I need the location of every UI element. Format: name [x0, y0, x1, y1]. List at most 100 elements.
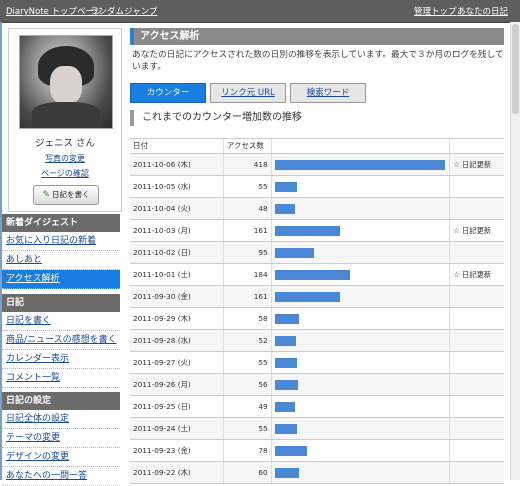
tick-label-date: 2011-09-25 (日): [130, 396, 224, 417]
tick-label-date: 2011-09-30 (金): [130, 286, 224, 307]
bar-cell: [272, 308, 451, 329]
bar-cell: [272, 396, 451, 417]
pencil-icon: ✎: [42, 190, 51, 200]
col-count-header: アクセス数: [224, 139, 272, 153]
random-jump-link[interactable]: ランダムジャンプ: [90, 5, 157, 17]
table-header: 日付 アクセス数: [130, 139, 504, 154]
nav-item-design[interactable]: デザインの変更: [2, 448, 120, 467]
table-row: 2011-09-28 (水) 52: [130, 330, 504, 352]
bar-cell: [272, 154, 451, 175]
tick-label-date: 2011-10-06 (木): [130, 154, 224, 175]
bar: [274, 402, 295, 412]
section-title: これまでのカウンター増加数の推移: [130, 110, 302, 126]
bar-cell: [272, 286, 451, 307]
nav-news-header: 新着ダイジェスト: [2, 214, 120, 232]
bar: [274, 248, 314, 258]
tick-label-date: 2011-09-28 (水): [130, 330, 224, 351]
page-title: アクセス解析: [130, 28, 504, 45]
data-label-count: 58: [224, 308, 272, 329]
data-label-count: 418: [224, 154, 272, 175]
table-row: 2011-10-04 (火) 48: [130, 198, 504, 220]
table-row: 2011-10-02 (日) 95: [130, 242, 504, 264]
avatar-body: [32, 102, 100, 128]
tick-label-date: 2011-10-05 (水): [130, 176, 224, 197]
tab-referrer-url[interactable]: リンク元 URL: [210, 83, 286, 103]
top-bar: DiaryNote トップページ ランダムジャンプ 管理トップ あなたの日記: [0, 0, 520, 23]
table-row: 2011-10-01 (土) 184 ☆ 日記更新: [130, 264, 504, 286]
diary-updated-note: ☆ 日記更新: [453, 270, 492, 279]
col-note-header: [450, 139, 504, 153]
diary-updated-note: [450, 198, 504, 219]
diary-updated-note: ☆ 日記更新: [453, 160, 492, 169]
tab-counter[interactable]: カウンター: [130, 83, 206, 103]
nav-item-qa[interactable]: あなたへの一問一答: [2, 467, 120, 486]
diary-updated-note: [450, 374, 504, 395]
bar: [274, 270, 350, 280]
page-confirm-link[interactable]: ページの確認: [9, 168, 121, 179]
nav-item-comments[interactable]: コメント一覧: [2, 369, 120, 388]
data-label-count: 48: [224, 198, 272, 219]
bar-cell: [272, 352, 451, 373]
nav-item-theme[interactable]: テーマの変更: [2, 429, 120, 448]
nav-diary-section: 日記 日記を書く 商品/ニュースの感想を書く カレンダー表示 コメント一覧: [2, 294, 120, 388]
page-description: あなたの日記にアクセスされた数の日別の推移を表示しています。最大で３か月のログを…: [132, 50, 504, 72]
scrollbar-thumb[interactable]: [512, 24, 519, 114]
table-row: 2011-09-25 (日) 49: [130, 396, 504, 418]
table-row: 2011-09-23 (金) 78: [130, 440, 504, 462]
nav-item-write-review[interactable]: 商品/ニュースの感想を書く: [2, 331, 120, 350]
data-label-count: 49: [224, 396, 272, 417]
bar: [274, 336, 296, 346]
diary-updated-note: ☆ 日記更新: [453, 226, 492, 235]
avatar: [19, 35, 113, 129]
data-label-count: 161: [224, 286, 272, 307]
nav-item-favorite-diaries[interactable]: お気に入り日記の新着: [2, 232, 120, 251]
bar: [274, 468, 299, 478]
nav-diary-header: 日記: [2, 294, 120, 312]
tick-label-date: 2011-09-27 (火): [130, 352, 224, 373]
bar-cell: [272, 176, 451, 197]
tab-search-words[interactable]: 検索ワード: [290, 83, 366, 103]
bar-cell: [272, 198, 451, 219]
bar: [274, 226, 340, 236]
bar-cell: [272, 374, 451, 395]
table-row: 2011-09-30 (金) 161: [130, 286, 504, 308]
diary-updated-note: [450, 352, 504, 373]
data-label-count: 52: [224, 330, 272, 351]
scrollbar[interactable]: [510, 22, 520, 480]
tick-label-date: 2011-09-26 (月): [130, 374, 224, 395]
bar-cell: [272, 264, 451, 285]
table-row: 2011-09-22 (木) 60: [130, 462, 504, 484]
avatar-face: [50, 66, 82, 104]
data-label-count: 55: [224, 352, 272, 373]
table-row: 2011-10-06 (木) 418 ☆ 日記更新: [130, 154, 504, 176]
your-diary-link[interactable]: あなたの日記: [457, 5, 508, 17]
diary-updated-note: [450, 396, 504, 417]
table-row: 2011-09-24 (土) 55: [130, 418, 504, 440]
tick-label-date: 2011-09-29 (木): [130, 308, 224, 329]
diary-updated-note: [450, 308, 504, 329]
diarynote-top-link[interactable]: DiaryNote トップページ: [6, 5, 102, 17]
nav-item-write-diary[interactable]: 日記を書く: [2, 312, 120, 331]
write-diary-button[interactable]: ✎ 日記を書く: [33, 185, 99, 205]
tick-label-date: 2011-10-02 (日): [130, 242, 224, 263]
nav-item-calendar[interactable]: カレンダー表示: [2, 350, 120, 369]
diary-updated-note: [450, 330, 504, 351]
nav-item-access-analysis[interactable]: アクセス解析: [2, 270, 120, 289]
tick-label-date: 2011-10-03 (月): [130, 220, 224, 241]
table-row: 2011-09-29 (木) 58: [130, 308, 504, 330]
data-label-count: 95: [224, 242, 272, 263]
col-date-header: 日付: [130, 139, 224, 153]
data-label-count: 55: [224, 418, 272, 439]
bar: [274, 446, 307, 456]
tick-label-date: 2011-10-01 (土): [130, 264, 224, 285]
bar: [274, 424, 297, 434]
bar: [274, 292, 340, 302]
nav-settings-header: 日記の設定: [2, 392, 120, 410]
data-label-count: 56: [224, 374, 272, 395]
admin-top-link[interactable]: 管理トップ: [414, 5, 457, 17]
diary-updated-note: [450, 286, 504, 307]
bar-cell: [272, 330, 451, 351]
nav-item-footprints[interactable]: あしあと: [2, 251, 120, 270]
nav-item-diary-settings[interactable]: 日記全体の設定: [2, 410, 120, 429]
change-photo-link[interactable]: 写真の変更: [9, 153, 121, 164]
